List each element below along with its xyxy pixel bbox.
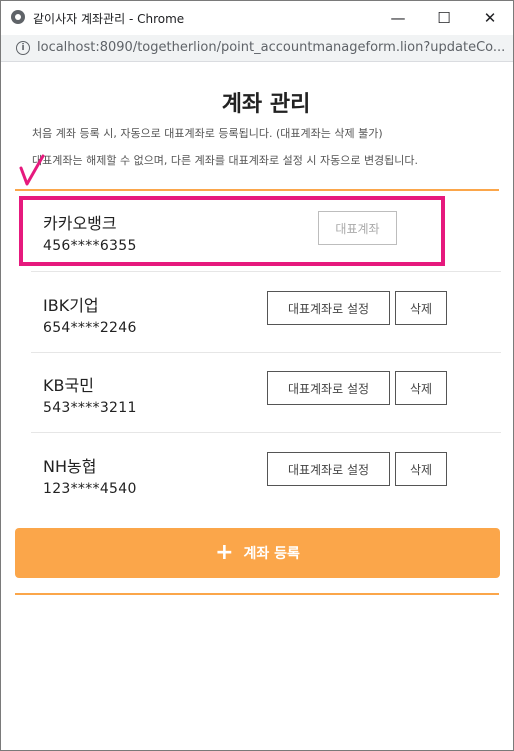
bank-name: KB국민 xyxy=(43,376,94,395)
close-button[interactable]: ✕ xyxy=(467,1,513,35)
note-first-registration: 처음 계좌 등록 시, 자동으로 대표계좌로 등록됩니다. (대표계좌는 삭제 … xyxy=(32,127,383,140)
chrome-icon xyxy=(11,10,25,24)
account-number: 543****3211 xyxy=(43,400,137,416)
set-primary-button[interactable]: 대표계좌로 설정 xyxy=(267,291,390,325)
info-icon[interactable]: i xyxy=(16,41,30,55)
set-primary-button[interactable]: 대표계좌로 설정 xyxy=(267,452,390,486)
account-number: 654****2246 xyxy=(43,320,137,336)
bank-name: IBK기업 xyxy=(43,296,99,315)
delete-button[interactable]: 삭제 xyxy=(395,291,447,325)
browser-window: 같이사자 계좌관리 - Chrome — ☐ ✕ i localhost:809… xyxy=(0,0,514,751)
maximize-button[interactable]: ☐ xyxy=(421,1,467,35)
highlight-annotation xyxy=(19,196,445,266)
bottom-divider xyxy=(15,593,499,595)
page-content: 계좌 관리 처음 계좌 등록 시, 자동으로 대표계좌로 등록됩니다. (대표계… xyxy=(1,62,513,750)
delete-button[interactable]: 삭제 xyxy=(395,371,447,405)
window-title: 같이사자 계좌관리 - Chrome xyxy=(33,12,185,26)
note-primary-account: 대표계좌는 해제할 수 없으며, 다른 계좌를 대표계좌로 설정 시 자동으로 … xyxy=(32,154,419,167)
add-account-label: 계좌 등록 xyxy=(243,546,300,562)
delete-button[interactable]: 삭제 xyxy=(395,452,447,486)
set-primary-button[interactable]: 대표계좌로 설정 xyxy=(267,371,390,405)
account-row-nh: NH농협 123****4540 대표계좌로 설정 삭제 xyxy=(31,433,499,513)
bank-name: NH농협 xyxy=(43,457,97,476)
account-row-ibk: IBK기업 654****2246 대표계좌로 설정 삭제 xyxy=(31,272,499,352)
page-title: 계좌 관리 xyxy=(221,92,311,117)
top-divider xyxy=(15,189,499,191)
url-text[interactable]: localhost:8090/togetherlion/point_accoun… xyxy=(37,40,507,55)
title-bar: 같이사자 계좌관리 - Chrome — ☐ ✕ xyxy=(1,1,513,35)
account-row-kb: KB국민 543****3211 대표계좌로 설정 삭제 xyxy=(31,352,499,432)
add-account-button[interactable]: + 계좌 등록 xyxy=(15,528,500,578)
plus-icon: + xyxy=(215,540,234,565)
address-bar[interactable]: i localhost:8090/togetherlion/point_acco… xyxy=(1,35,513,62)
minimize-button[interactable]: — xyxy=(375,1,421,35)
account-number: 123****4540 xyxy=(43,481,137,497)
checkmark-annotation-icon xyxy=(19,154,45,186)
